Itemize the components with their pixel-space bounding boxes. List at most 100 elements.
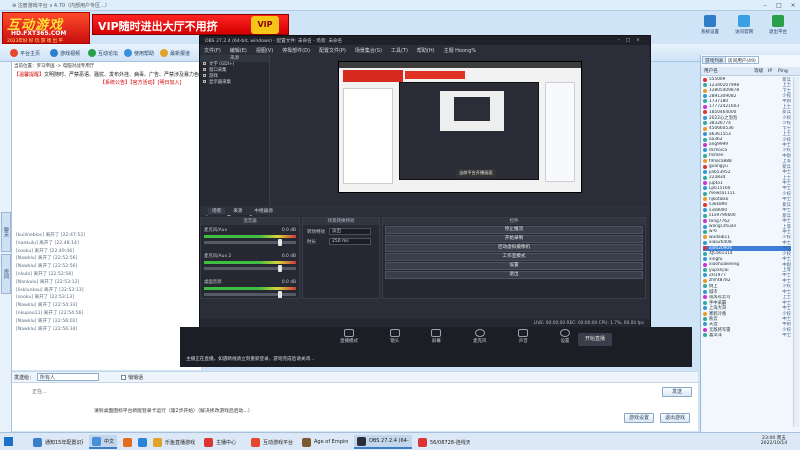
private-checkbox[interactable] xyxy=(121,374,127,380)
game-settings-button[interactable]: 游戏设置 xyxy=(624,413,654,423)
user-list-item[interactable]: jupto1 中士 xyxy=(703,180,791,186)
user-list-item[interactable]: s3kk890 新兵 xyxy=(703,202,791,208)
nav-game-video[interactable]: 游戏视频 xyxy=(50,47,80,59)
user-list-item[interactable]: s1x9796600 新兵 xyxy=(703,213,791,218)
user-list-item[interactable]: 555009 新兵 xyxy=(703,77,791,82)
tab-room[interactable]: 房间 xyxy=(1,254,11,294)
duration-field[interactable]: 250 ms xyxy=(329,238,371,245)
user-list-item[interactable]: dcmoica 少校 xyxy=(703,148,791,153)
taskbar-app[interactable]: 主播中心 xyxy=(201,435,245,449)
taskbar-app[interactable]: 中文 ● xyxy=(89,435,117,449)
user-list-item[interactable]: s3s8000 中士 xyxy=(703,208,791,213)
taskbar-app[interactable]: Age of Empires E... xyxy=(299,435,351,449)
user-list-scrollbar[interactable] xyxy=(793,77,799,427)
volume-slider[interactable] xyxy=(204,291,296,298)
obs-settings-button[interactable]: 设置 xyxy=(385,262,643,270)
taskbar-app[interactable]: 互动游戏平台 ... xyxy=(248,435,296,449)
send-button[interactable]: 发送 xyxy=(662,387,692,397)
user-list-item[interactable]: ang9999 中士 xyxy=(703,142,791,148)
obs-menu-file[interactable]: 文件(F) xyxy=(204,47,221,54)
col-ping[interactable]: Ping xyxy=(778,69,788,74)
vip-banner[interactable]: VIP随时进出大厅不用挤 VIP xyxy=(92,14,289,35)
user-list-item[interactable]: 12805409878 下士 xyxy=(703,88,791,93)
live-mode-button[interactable]: 直播模式 xyxy=(340,329,358,344)
send-to-select[interactable]: 所有人 xyxy=(37,373,100,381)
taskbar-app[interactable]: 乐鱼直播游戏 xyxy=(150,435,198,449)
exit-platform-button[interactable]: 退出平台 xyxy=(762,15,794,35)
source-item[interactable]: 显示器采集 xyxy=(200,80,269,86)
user-list-item[interactable]: yupanjiai 上等 xyxy=(703,267,791,273)
source-visibility-icon[interactable] xyxy=(203,80,206,83)
system-settings-button[interactable]: 系统设置 xyxy=(694,15,726,35)
volume-slider[interactable] xyxy=(204,265,296,272)
user-list-item[interactable]: 2891309082 少校 xyxy=(703,93,791,99)
user-list-item[interactable]: 1737180 中尉 xyxy=(703,99,791,104)
user-list-item[interactable]: 12340207998 上士 xyxy=(703,82,791,88)
taskbar-app[interactable] xyxy=(135,435,147,449)
taskbar-app[interactable]: OBS 27.2.4 (64-bit... xyxy=(354,435,412,449)
user-list-item[interactable]: ZR1977 中士 xyxy=(703,273,791,278)
user-list-item[interactable]: tong7762 中士 xyxy=(703,218,791,224)
message-input-area[interactable]: 正在... 发送 请到桌面图标平台新版登录卡运行（第2步开始）（解决修改游戏后启… xyxy=(12,382,698,431)
col-ip[interactable]: IP xyxy=(768,69,778,74)
user-list-item[interactable]: 2022心之泡泡 少校 xyxy=(703,115,791,121)
start-recording-button[interactable]: 开始录制 xyxy=(385,235,643,243)
obs-menu-view[interactable]: 视图(V) xyxy=(256,47,273,54)
volume-knob[interactable] xyxy=(278,265,282,272)
sound-button[interactable]: 声音 xyxy=(518,329,529,344)
user-list-item[interactable]: 喜洋洋 中士 xyxy=(703,333,791,338)
obs-window-controls-icon[interactable]: –□× xyxy=(618,38,647,43)
user-list-item[interactable]: 450660536 下士 xyxy=(703,126,791,131)
minimize-icon[interactable]: – xyxy=(760,1,770,10)
exit-game-button[interactable]: 退出游戏 xyxy=(660,413,690,423)
user-list-item[interactable]: Lp615160 中士 xyxy=(703,186,791,191)
source-visibility-icon[interactable] xyxy=(203,68,206,71)
obs-menu-edit[interactable]: 编辑(E) xyxy=(230,47,247,54)
volume-slider[interactable] xyxy=(204,239,296,246)
taskbar-app[interactable] xyxy=(120,435,132,449)
studio-mode-button[interactable]: 工作室模式 xyxy=(385,253,643,261)
virtual-camera-button[interactable]: 启动虚拟摄像机 xyxy=(385,244,643,252)
user-list-item[interactable]: flsmen 中尉 xyxy=(703,153,791,159)
tab-relay[interactable]: 中继器源 xyxy=(250,208,276,214)
obs-menu-theme[interactable]: 主题 Hoong% xyxy=(444,47,477,54)
user-list-item[interactable]: xiaohuakeeng 中尉 xyxy=(703,262,791,267)
maximize-icon[interactable]: □ xyxy=(774,1,784,10)
obs-exit-button[interactable]: 退出 xyxy=(385,271,643,279)
camera-button[interactable]: 镜头 xyxy=(389,329,400,344)
user-list-item[interactable]: w-6 中士 xyxy=(703,229,791,235)
obs-menu-tools[interactable]: 工具(T) xyxy=(391,47,408,54)
user-list-item[interactable]: xiao26408 中士 xyxy=(703,240,791,246)
user-list-item[interactable]: XJC661314 少校 xyxy=(703,251,791,256)
user-list-item[interactable]: xingfu 中士 xyxy=(703,256,791,262)
start-menu-icon[interactable] xyxy=(4,437,13,446)
tab-sources[interactable]: 来源 xyxy=(229,208,246,214)
user-list-item[interactable]: wudaib11 少校 xyxy=(703,235,791,240)
user-list-item[interactable]: jia653952 中士 xyxy=(703,169,791,175)
tab-game-list[interactable]: 游戏列表 xyxy=(702,56,727,64)
user-list-item[interactable]: 17772421603 上士 xyxy=(703,104,791,110)
user-list-item[interactable]: flmoca888 上等 xyxy=(703,159,791,164)
source-visibility-icon[interactable] xyxy=(203,74,206,77)
settings-button[interactable]: 设置 xyxy=(559,329,570,344)
microphone-button[interactable]: 麦克风 xyxy=(473,329,487,344)
nav-home[interactable]: 平台主页 xyxy=(10,47,40,59)
tab-room-users[interactable]: 房间用户(49) xyxy=(725,56,759,64)
user-list-item[interactable]: aa362 少校 xyxy=(703,137,791,142)
user-list-item[interactable]: a6361553 上士 xyxy=(703,131,791,137)
taskbar-app[interactable]: 通知15年配置识别 xyxy=(30,435,86,449)
obs-preview-canvas[interactable]: 当前平台开播画面 xyxy=(338,61,582,193)
obs-menu-profile[interactable]: 配置文件(P) xyxy=(319,47,346,54)
col-level[interactable]: 等级 xyxy=(754,68,768,74)
user-list-item[interactable]: xj0020904 中士 xyxy=(703,245,791,251)
obs-menu-scenes[interactable]: 场景集合(S) xyxy=(355,47,382,54)
clock[interactable]: 23:00 周五 2022/10/14 xyxy=(752,435,796,446)
user-list-item[interactable]: njkotaiko 中士 xyxy=(703,197,791,202)
user-list-item[interactable]: 223834 上士 xyxy=(703,175,791,180)
start-live-button[interactable]: 开始直播 xyxy=(578,333,612,346)
tab-scenes[interactable]: 场景 xyxy=(208,207,226,214)
close-icon[interactable]: × xyxy=(788,1,798,10)
obs-menu-docks[interactable]: 停靠部件(D) xyxy=(282,47,310,54)
source-visibility-icon[interactable] xyxy=(203,62,206,65)
volume-knob[interactable] xyxy=(278,291,282,298)
